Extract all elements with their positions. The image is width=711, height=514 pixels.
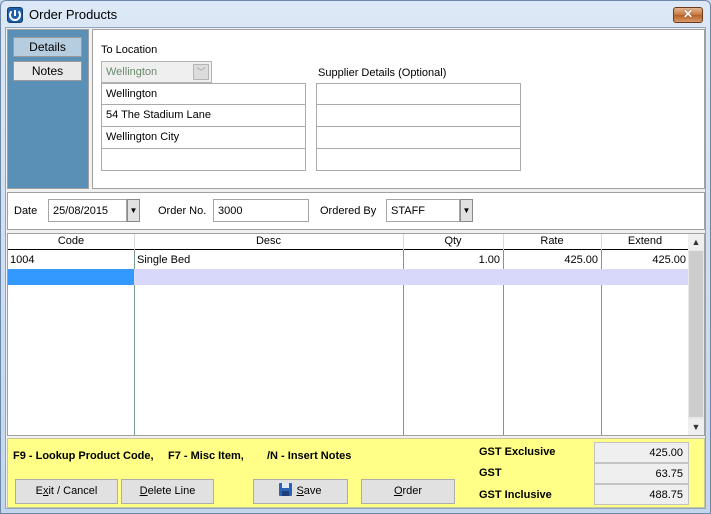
cell-desc: Single Bed: [137, 254, 191, 266]
cell-qty: 1.00: [478, 254, 500, 266]
btn-text: E: [35, 485, 43, 497]
tab-details[interactable]: Details: [13, 37, 82, 57]
column-header-rate[interactable]: Rate: [503, 235, 601, 247]
supplier-line-3[interactable]: [316, 127, 521, 149]
order-button[interactable]: Order: [361, 479, 455, 504]
power-app-icon: [7, 7, 23, 23]
btn-accel: O: [393, 485, 403, 497]
grid-header: Code Desc Qty Rate Extend: [8, 234, 689, 250]
supplier-address: [316, 83, 521, 171]
hint-misc-item: F7 - Misc Item,: [168, 450, 244, 462]
cell-rate: 425.00: [564, 254, 598, 266]
scroll-thumb[interactable]: [689, 251, 703, 417]
location-select-value: Wellington: [106, 66, 158, 78]
sidebar: Details Notes: [7, 29, 89, 189]
delete-line-button[interactable]: Delete Line: [121, 479, 214, 504]
ordered-by-select[interactable]: STAFF: [386, 199, 460, 222]
ordered-by-dropdown-arrow-icon[interactable]: ▼: [460, 199, 473, 222]
exit-cancel-button[interactable]: Exit / Cancel: [15, 479, 118, 504]
gst-exclusive-value: 425.00: [594, 442, 689, 463]
btn-accel: D: [139, 485, 148, 497]
location-select[interactable]: Wellington ﹀: [101, 61, 212, 83]
order-header-bar: Date 25/08/2015 ▼ Order No. 3000 Ordered…: [7, 192, 705, 230]
header-divider: [503, 234, 504, 250]
location-address-line-4[interactable]: [101, 149, 306, 171]
date-label: Date: [14, 205, 38, 217]
footer-panel: F9 - Lookup Product Code, F7 - Misc Item…: [7, 438, 705, 508]
supplier-line-4[interactable]: [316, 149, 521, 171]
location-address-line-3[interactable]: Wellington City: [101, 127, 306, 149]
header-divider: [403, 234, 404, 250]
vertical-scrollbar[interactable]: ▲ ▼: [688, 234, 704, 435]
scroll-up-icon[interactable]: ▲: [688, 234, 704, 250]
client-area: Details Notes To Location Wellington ﹀ W…: [5, 27, 706, 509]
supplier-line-2[interactable]: [316, 105, 521, 127]
order-no-field[interactable]: 3000: [213, 199, 309, 222]
save-button[interactable]: Save: [253, 479, 348, 504]
gst-exclusive-label: GST Exclusive: [479, 446, 556, 458]
column-header-extend[interactable]: Extend: [601, 235, 689, 247]
location-address-line-1[interactable]: Wellington: [101, 83, 306, 105]
floppy-disk-icon: [279, 483, 293, 496]
order-lines-grid: Code Desc Qty Rate Extend 1004 Single Be…: [7, 233, 705, 436]
location-address: Wellington 54 The Stadium Lane Wellingto…: [101, 83, 306, 171]
btn-text: ave: [303, 485, 322, 497]
hint-insert-notes: /N - Insert Notes: [267, 450, 352, 462]
supplier-line-1[interactable]: [316, 83, 521, 105]
date-field[interactable]: 25/08/2015: [48, 199, 127, 222]
order-no-label: Order No.: [158, 205, 207, 217]
window-title: Order Products: [29, 7, 118, 22]
hint-lookup-product: F9 - Lookup Product Code,: [13, 450, 154, 462]
table-row[interactable]: 1004 Single Bed 1.00 425.00 425.00: [8, 252, 689, 268]
ordered-by-label: Ordered By: [320, 205, 377, 217]
btn-accel: S: [296, 485, 304, 497]
btn-text: it / Cancel: [48, 485, 98, 497]
new-entry-row[interactable]: [8, 269, 689, 285]
gst-inclusive-label: GST Inclusive: [479, 489, 552, 501]
title-bar: Order Products ✕: [1, 1, 710, 29]
btn-text: rder: [402, 485, 423, 497]
header-divider: [601, 234, 602, 250]
to-location-label: To Location: [101, 44, 158, 56]
chevron-down-icon: ﹀: [193, 64, 209, 80]
btn-text: elete Line: [147, 485, 196, 497]
selected-cell-code[interactable]: [8, 269, 134, 285]
location-address-line-2[interactable]: 54 The Stadium Lane: [101, 105, 306, 127]
column-header-desc[interactable]: Desc: [134, 235, 403, 247]
scroll-down-icon[interactable]: ▼: [688, 419, 704, 435]
column-header-code[interactable]: Code: [8, 235, 134, 247]
header-divider: [134, 234, 135, 250]
gst-inclusive-value: 488.75: [594, 484, 689, 505]
close-button[interactable]: ✕: [673, 7, 703, 23]
gst-value: 63.75: [594, 463, 689, 484]
column-header-qty[interactable]: Qty: [403, 235, 503, 247]
order-products-window: Order Products ✕ Details Notes To Locati…: [0, 0, 711, 514]
cell-extend: 425.00: [652, 254, 686, 266]
supplier-details-label: Supplier Details (Optional): [318, 67, 447, 79]
details-panel: To Location Wellington ﹀ Wellington 54 T…: [92, 29, 705, 189]
gst-label: GST: [479, 467, 502, 479]
tab-notes[interactable]: Notes: [13, 61, 82, 81]
cell-code: 1004: [10, 254, 35, 266]
date-dropdown-arrow-icon[interactable]: ▼: [127, 199, 140, 222]
